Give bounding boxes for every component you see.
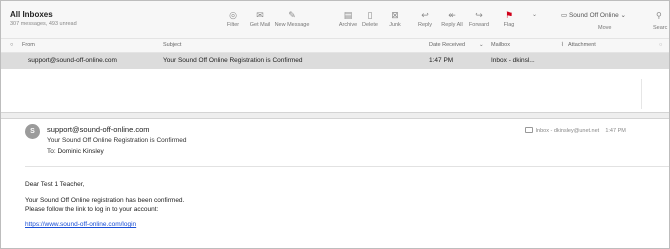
list-column-guide: [641, 79, 642, 109]
message-mailbox: Inbox - dkinsley@unet.net: [535, 128, 600, 134]
row-time: 1:47 PM: [429, 57, 454, 64]
reply-icon: ↩: [421, 10, 429, 20]
body-line-2: Please follow the link to log in to your…: [25, 206, 159, 213]
column-attachment[interactable]: Attachment: [568, 42, 596, 48]
sort-chevron-icon: ⌄: [479, 42, 484, 48]
row-from: support@sound-off-online.com: [28, 57, 117, 64]
junk-icon: ⊠: [391, 10, 399, 20]
row-mailbox: Inbox - dkinsl...: [491, 57, 535, 64]
body-line-1: Your Sound Off Online registration has b…: [25, 197, 185, 204]
column-options-icon[interactable]: ◌: [659, 42, 662, 48]
body-greeting: Dear Test 1 Teacher,: [25, 181, 85, 188]
column-subject[interactable]: Subject: [163, 42, 181, 48]
toolbar: All Inboxes 307 messages, 493 unread ◎ F…: [1, 1, 669, 38]
message-to: To: Dominic Kinsley: [47, 148, 104, 155]
search-icon[interactable]: ⚲: [656, 11, 662, 20]
move-to-mailbox-select[interactable]: ▭ Sound Off Online ⌄: [561, 11, 626, 19]
column-mailbox[interactable]: Mailbox: [491, 42, 510, 48]
mailbox-title: All Inboxes: [10, 10, 53, 19]
column-date-received[interactable]: Date Received: [429, 42, 465, 48]
paperclip-icon: ⌇: [561, 42, 564, 48]
new-message-button[interactable]: ✎ New Message: [272, 10, 312, 28]
column-from[interactable]: From: [22, 42, 35, 48]
sort-indicator-icon: ○: [10, 42, 14, 48]
reply-all-icon: ↞: [448, 10, 456, 20]
pane-divider[interactable]: [1, 112, 669, 119]
message-list-header: ○ From Subject Date Received ⌄ Mailbox ⌇…: [1, 38, 669, 53]
flag-menu-chevron-icon[interactable]: ⌄: [532, 11, 537, 18]
message-from[interactable]: support@sound-off-online.com: [47, 125, 150, 134]
flag-icon: ⚑: [504, 10, 514, 20]
move-label: Move: [598, 25, 612, 31]
filter-icon: ◎: [229, 10, 237, 20]
flag-button-label: Flag: [503, 22, 515, 28]
chevron-down-icon: ⌄: [620, 12, 626, 19]
header-separator: [25, 166, 669, 167]
message-time: 1:47 PM: [605, 128, 626, 134]
table-row[interactable]: support@sound-off-online.com Your Sound …: [1, 53, 669, 69]
envelope-icon: ✉: [256, 10, 264, 20]
folder-icon: ▭: [561, 12, 568, 19]
inbox-icon: [525, 127, 533, 133]
to-label: To:: [47, 148, 56, 155]
move-to-mailbox-value: Sound Off Online: [568, 12, 619, 19]
message-list-empty-area: [1, 69, 669, 111]
mailbox-message-count: 307 messages, 493 unread: [10, 21, 77, 27]
flag-button[interactable]: ⚑ Flag: [489, 10, 529, 28]
search-label: Searc: [653, 25, 668, 31]
login-link[interactable]: https://www.sound-off-online.com/login: [25, 221, 136, 228]
mail-window: All Inboxes 307 messages, 493 unread ◎ F…: [0, 0, 670, 249]
row-subject: Your Sound Off Online Registration is Co…: [163, 57, 303, 64]
message-meta: Inbox - dkinsley@unet.net 1:47 PM: [525, 127, 626, 134]
avatar: S: [25, 124, 40, 139]
new-message-button-label: New Message: [274, 22, 310, 28]
to-recipient[interactable]: Dominic Kinsley: [57, 148, 103, 155]
compose-icon: ✎: [288, 10, 296, 20]
message-subject: Your Sound Off Online Registration is Co…: [47, 137, 187, 144]
forward-icon: ↪: [475, 10, 483, 20]
